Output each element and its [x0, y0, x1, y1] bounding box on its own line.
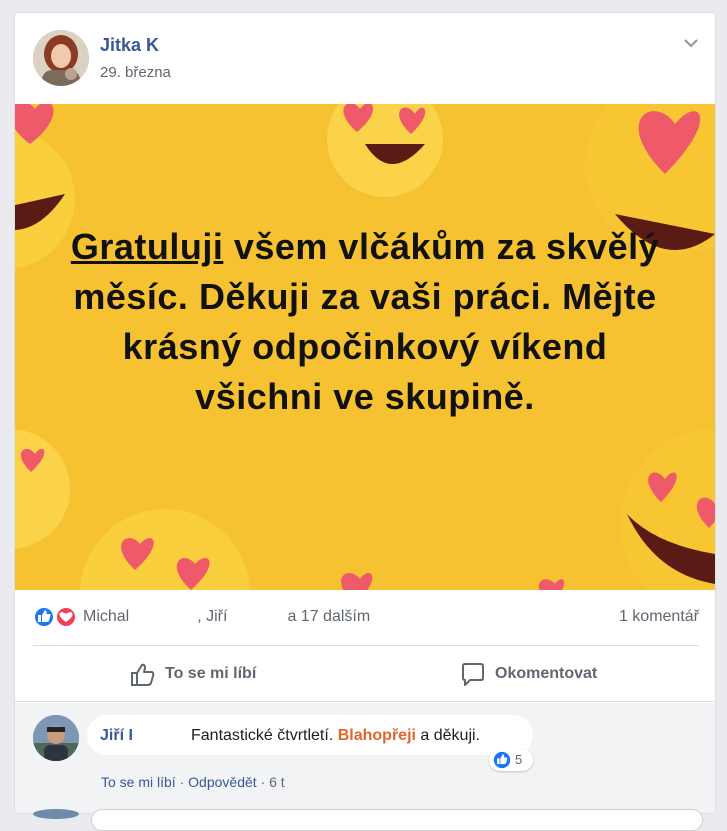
reactions-summary: Michal , Jiří a 17 dalším 1 komentář [33, 603, 699, 633]
comment-reply-link[interactable]: Odpovědět [188, 774, 257, 790]
love-reaction-icon [55, 606, 77, 628]
comment-like-count: 5 [515, 752, 523, 767]
like-button[interactable]: To se mi líbí [129, 659, 289, 691]
reaction-icons[interactable] [33, 606, 79, 628]
commenter-avatar[interactable] [33, 715, 79, 761]
comment-mention[interactable]: Blahopřeji [338, 727, 416, 744]
divider [15, 701, 715, 702]
like-reaction-icon [33, 606, 55, 628]
reaction-name-1[interactable]: Michal [83, 608, 129, 625]
reaction-names[interactable]: Michal , Jiří a 17 dalším [83, 608, 370, 626]
post-date[interactable]: 29. března [100, 64, 171, 81]
divider [33, 645, 699, 646]
comment-time[interactable]: 6 t [269, 774, 285, 790]
comment-bubble: Jiří H Fantastické čtvrtletí. Blahopřeji… [87, 715, 533, 755]
reaction-others[interactable]: a 17 dalším [287, 608, 370, 625]
redacted-area [132, 725, 182, 747]
like-reaction-icon [493, 751, 511, 769]
comments-section: Jiří H Fantastické čtvrtletí. Blahopřeji… [15, 703, 715, 831]
comment-button[interactable]: Okomentovat [459, 659, 619, 691]
comment-like-badge[interactable]: 5 [489, 749, 533, 771]
post-text: Gratuluji všem vlčákům za skvělý měsíc. … [55, 222, 675, 422]
chevron-down-icon[interactable] [681, 33, 701, 53]
thumbs-up-icon [131, 663, 155, 686]
comment-button-label: Okomentovat [495, 665, 598, 682]
reaction-name-2[interactable]: , Jiří [197, 608, 227, 625]
comment-actions: To se mi líbí · Odpovědět · 6 t [101, 774, 285, 790]
author-avatar[interactable] [33, 30, 89, 86]
hashtag-link[interactable]: Gratuluji [71, 226, 224, 267]
like-button-label: To se mi líbí [165, 665, 257, 682]
comment-text: Fantastické čtvrtletí. Blahopřeji a děku… [191, 727, 480, 744]
comment-bubble-icon [462, 663, 484, 686]
comment-count[interactable]: 1 komentář [619, 608, 699, 626]
post-card: Jitka K 29. března Gratuluji všem vlčáků… [14, 12, 716, 831]
next-comment-avatar [33, 809, 79, 819]
next-comment-row [91, 809, 703, 831]
author-name[interactable]: Jitka K [100, 35, 159, 56]
comment-like-link[interactable]: To se mi líbí [101, 774, 176, 790]
post-image[interactable]: Gratuluji všem vlčákům za skvělý měsíc. … [15, 104, 715, 590]
